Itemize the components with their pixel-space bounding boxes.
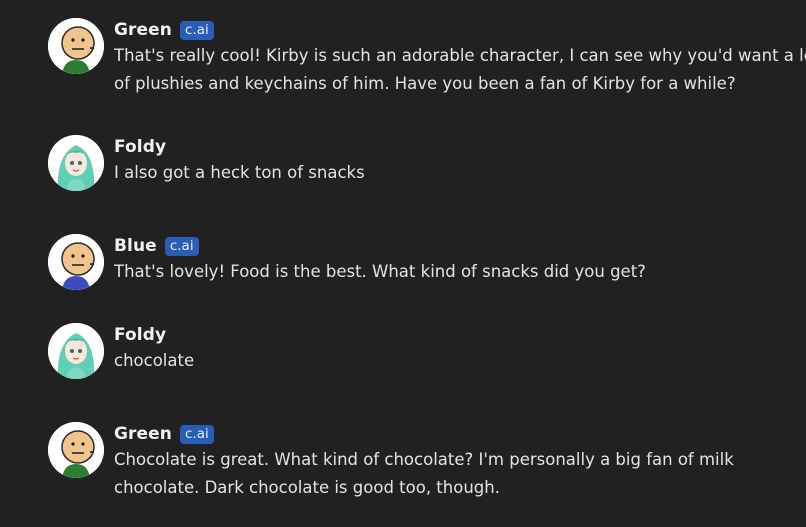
chat-log: Green c.ai That's really cool! Kirby is … [0, 0, 806, 527]
chat-message: Green c.ai That's really cool! Kirby is … [48, 18, 806, 98]
message-header: Blue c.ai [114, 235, 806, 257]
message-line: I also got a heck ton of snacks [114, 163, 365, 182]
author-name[interactable]: Green [114, 20, 172, 40]
author-name[interactable]: Foldy [114, 325, 166, 345]
message-body: Green c.ai That's really cool! Kirby is … [114, 18, 806, 98]
message-text: That's really cool! Kirby is such an ado… [114, 42, 806, 98]
anime-teal-hair-avatar-icon[interactable] [48, 135, 104, 191]
chat-message: Foldy I also got a heck ton of snacks [48, 135, 806, 191]
message-header: Foldy [114, 324, 806, 346]
author-name[interactable]: Foldy [114, 137, 166, 157]
cyanide-happiness-blue-avatar-icon[interactable] [48, 234, 104, 290]
message-line: Chocolate is great. What kind of chocola… [114, 450, 734, 469]
author-name[interactable]: Green [114, 424, 172, 444]
message-line: That's lovely! Food is the best. What ki… [114, 262, 646, 281]
message-text: chocolate [114, 347, 806, 375]
message-body: Blue c.ai That's lovely! Food is the bes… [114, 234, 806, 290]
chat-message: Green c.ai Chocolate is great. What kind… [48, 422, 806, 502]
message-body: Foldy I also got a heck ton of snacks [114, 135, 806, 191]
message-header: Green c.ai [114, 423, 806, 445]
author-name[interactable]: Blue [114, 236, 157, 256]
chat-message: Foldy chocolate [48, 323, 806, 379]
message-body: Green c.ai Chocolate is great. What kind… [114, 422, 806, 502]
anime-teal-hair-avatar-icon[interactable] [48, 323, 104, 379]
cyanide-happiness-green-avatar-icon[interactable] [48, 18, 104, 74]
message-body: Foldy chocolate [114, 323, 806, 379]
message-line: That's really cool! Kirby is such an ado… [114, 46, 806, 65]
message-header: Foldy [114, 136, 806, 158]
message-text: Chocolate is great. What kind of chocola… [114, 446, 806, 502]
message-header: Green c.ai [114, 19, 806, 41]
message-line: chocolate [114, 351, 195, 370]
cai-badge: c.ai [180, 20, 214, 40]
cai-badge: c.ai [180, 424, 214, 444]
message-line: chocolate. Dark chocolate is good too, t… [114, 478, 500, 497]
chat-message: Blue c.ai That's lovely! Food is the bes… [48, 234, 806, 290]
cai-badge: c.ai [164, 236, 199, 256]
message-line: of plushies and keychains of him. Have y… [114, 74, 736, 93]
cyanide-happiness-green-avatar-icon[interactable] [48, 422, 104, 478]
message-text: That's lovely! Food is the best. What ki… [114, 258, 806, 286]
message-text: I also got a heck ton of snacks [114, 159, 806, 187]
